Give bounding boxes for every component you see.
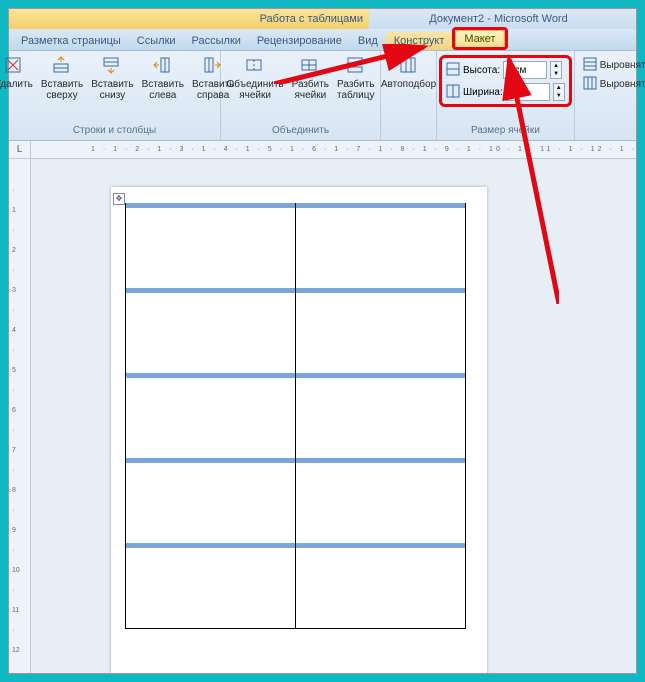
distribute-rows-button[interactable]: Выровнять	[583, 57, 645, 74]
width-input[interactable]	[506, 83, 550, 101]
insert-below-button[interactable]: Вставить снизу	[88, 53, 136, 103]
tab-view[interactable]: Вид	[350, 32, 386, 50]
width-icon	[446, 84, 460, 101]
group-cellsize-label: Размер ячейки	[471, 125, 540, 138]
height-label: Высота:	[463, 65, 500, 76]
distribute-rows-icon	[583, 57, 597, 74]
ribbon: Удалить Вставить сверху Вставить снизу В…	[9, 51, 636, 141]
tab-references[interactable]: Ссылки	[129, 32, 184, 50]
document-table[interactable]	[125, 203, 466, 629]
vertical-ruler[interactable]: ·1·2·3·4·5·6·7·8·9·10·11·12	[9, 159, 31, 673]
tab-review[interactable]: Рецензирование	[249, 32, 350, 50]
delete-button[interactable]: Удалить	[0, 53, 36, 92]
insert-left-button[interactable]: Вставить слева	[139, 53, 187, 103]
table-row[interactable]	[126, 544, 466, 629]
width-spinner[interactable]: ▲▼	[553, 83, 565, 101]
document-area[interactable]: ✥	[31, 159, 636, 673]
insert-left-icon	[152, 55, 174, 77]
cellsize-highlight: Высота: ▲▼ Ширина: ▲▼	[439, 55, 572, 107]
merge-cells-button[interactable]: Объединить ячейки	[224, 53, 287, 103]
context-title: Работа с таблицами	[9, 9, 369, 29]
tab-mailings[interactable]: Рассылки	[184, 32, 249, 50]
delete-icon	[3, 55, 25, 77]
merge-cells-icon	[244, 55, 266, 77]
height-icon	[446, 62, 460, 79]
distribute-cols-button[interactable]: Выровнять	[583, 76, 645, 93]
tab-page-layout[interactable]: Разметка страницы	[13, 32, 129, 50]
group-rows-cols-label: Строки и столбцы	[73, 125, 156, 138]
table-row[interactable]	[126, 289, 466, 374]
distribute-cols-icon	[583, 76, 597, 93]
table-row[interactable]	[126, 204, 466, 289]
table-move-handle[interactable]: ✥	[113, 193, 125, 205]
autofit-button[interactable]: Автоподбор	[378, 53, 439, 92]
autofit-icon	[398, 55, 420, 77]
group-merge-label: Объединить	[272, 125, 329, 138]
table-row[interactable]	[126, 459, 466, 544]
split-cells-icon	[299, 55, 321, 77]
horizontal-ruler[interactable]: 1 · 1 · 2 · 1 · 3 · 1 · 4 · 1 · 5 · 1 · …	[31, 141, 636, 159]
ribbon-tabs: Разметка страницы Ссылки Рассылки Реценз…	[9, 29, 636, 51]
insert-above-button[interactable]: Вставить сверху	[38, 53, 86, 103]
tab-layout-highlight: Макет	[452, 27, 507, 50]
split-table-button[interactable]: Разбить таблицу	[334, 53, 377, 103]
height-input[interactable]	[503, 61, 547, 79]
title-bar: Работа с таблицами Документ2 - Microsoft…	[9, 9, 636, 29]
width-label: Ширина:	[463, 87, 503, 98]
tab-layout[interactable]: Макет	[455, 30, 504, 47]
ruler-corner[interactable]: L	[9, 141, 31, 159]
tab-design[interactable]: Конструкт	[386, 32, 453, 50]
document-title: Документ2 - Microsoft Word	[365, 13, 632, 25]
insert-above-icon	[51, 55, 73, 77]
table-row[interactable]	[126, 374, 466, 459]
split-cells-button[interactable]: Разбить ячейки	[289, 53, 332, 103]
page: ✥	[111, 187, 487, 673]
split-table-icon	[345, 55, 367, 77]
insert-below-icon	[101, 55, 123, 77]
height-spinner[interactable]: ▲▼	[550, 61, 562, 79]
